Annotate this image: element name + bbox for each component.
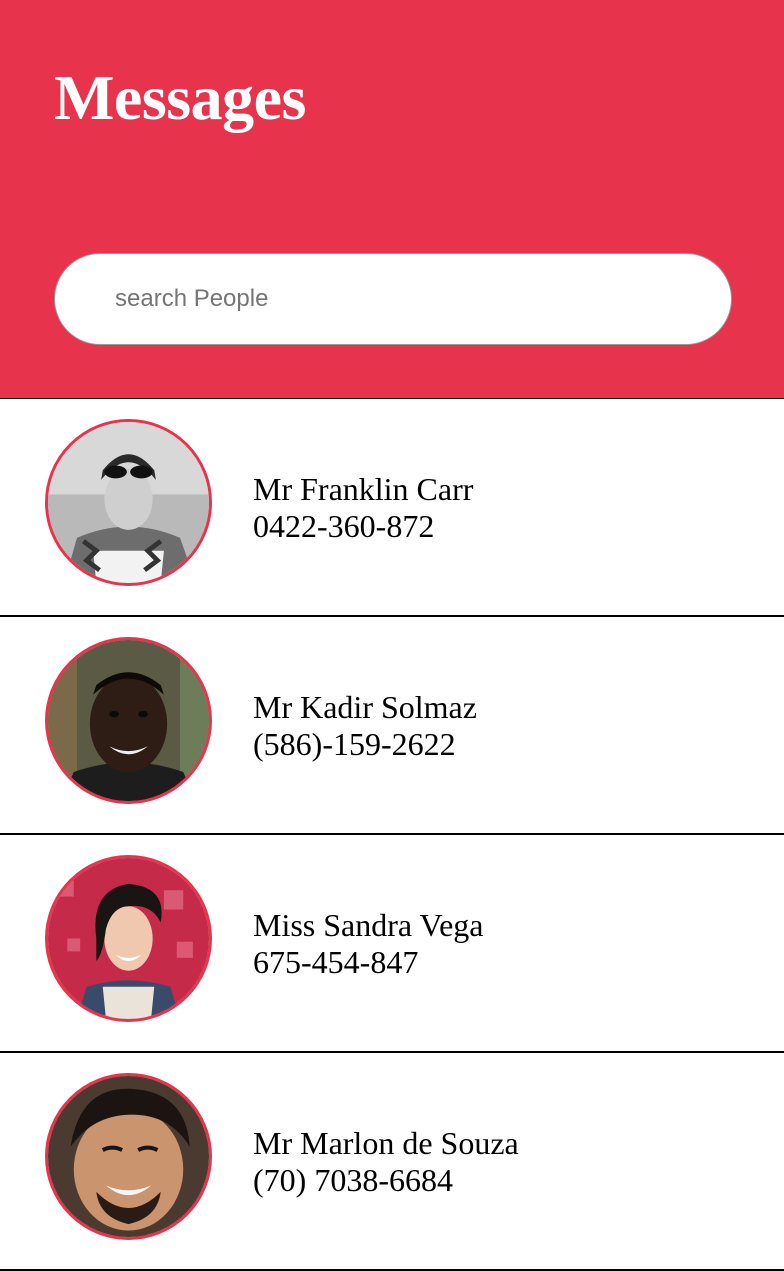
contact-info: Mr Marlon de Souza (70) 7038-6684: [253, 1125, 519, 1199]
avatar[interactable]: [45, 855, 212, 1022]
avatar-photo: [48, 858, 209, 1019]
avatar-photo: [48, 422, 209, 583]
contact-row-franklin-carr[interactable]: Mr Franklin Carr 0422-360-872: [0, 399, 784, 617]
contact-name: Miss Sandra Vega: [253, 907, 484, 943]
avatar[interactable]: [45, 1073, 212, 1240]
contact-info: Mr Kadir Solmaz (586)-159-2622: [253, 689, 477, 763]
contact-name: Mr Kadir Solmaz: [253, 689, 477, 725]
contact-info: Miss Sandra Vega 675-454-847: [253, 907, 484, 981]
contact-phone: (586)-159-2622: [253, 726, 456, 762]
contact-name: Mr Marlon de Souza: [253, 1125, 519, 1161]
contact-name: Mr Franklin Carr: [253, 471, 474, 507]
avatar[interactable]: [45, 419, 212, 586]
avatar-photo: [48, 1076, 209, 1237]
contact-phone: 675-454-847: [253, 944, 419, 980]
app-header: Messages: [0, 0, 784, 398]
contact-phone: (70) 7038-6684: [253, 1162, 453, 1198]
avatar-photo: [48, 640, 209, 801]
search-input[interactable]: [115, 254, 715, 344]
search-bar[interactable]: [54, 253, 732, 345]
contact-row-marlon-de-souza[interactable]: Mr Marlon de Souza (70) 7038-6684: [0, 1053, 784, 1271]
contact-row-kadir-solmaz[interactable]: Mr Kadir Solmaz (586)-159-2622: [0, 617, 784, 835]
contact-phone: 0422-360-872: [253, 508, 435, 544]
contact-info: Mr Franklin Carr 0422-360-872: [253, 471, 473, 545]
page-title: Messages: [54, 62, 306, 133]
contact-list: Mr Franklin Carr 0422-360-872 Mr Kadir S…: [0, 398, 784, 1271]
avatar[interactable]: [45, 637, 212, 804]
contact-row-sandra-vega[interactable]: Miss Sandra Vega 675-454-847: [0, 835, 784, 1053]
